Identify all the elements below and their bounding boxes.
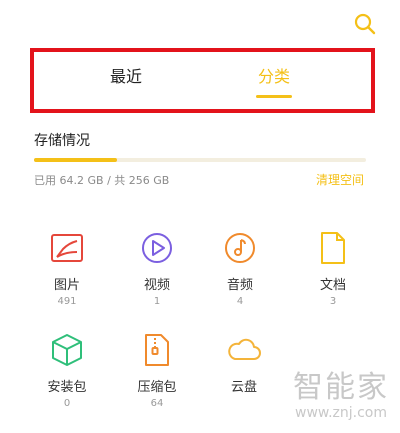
category-label: 压缩包 xyxy=(137,380,177,395)
tab-category[interactable]: 分类 xyxy=(258,63,290,87)
storage-total: 共 256 GB xyxy=(114,174,170,187)
category-audio[interactable]: 音频 4 xyxy=(200,230,280,307)
storage-used: 已用 64.2 GB xyxy=(34,174,104,187)
category-label: 图片 xyxy=(53,278,80,293)
watermark-text: 智能家 xyxy=(293,370,389,405)
category-label: 视频 xyxy=(143,278,170,293)
category-packages[interactable]: 安装包 0 xyxy=(27,332,107,409)
search-button[interactable] xyxy=(352,11,378,37)
category-count: 4 xyxy=(236,296,244,307)
category-count: 0 xyxy=(63,398,71,409)
tab-highlight-box xyxy=(30,48,375,113)
active-tab-indicator xyxy=(256,95,292,98)
document-icon xyxy=(315,230,351,266)
category-label: 文档 xyxy=(319,278,346,293)
category-label: 安装包 xyxy=(47,380,87,395)
category-documents[interactable]: 文档 3 xyxy=(293,230,373,307)
category-count: 3 xyxy=(329,296,337,307)
category-archives[interactable]: 压缩包 64 xyxy=(117,332,197,409)
category-images[interactable]: 图片 491 xyxy=(27,230,107,307)
package-icon xyxy=(49,332,85,368)
tab-recent[interactable]: 最近 xyxy=(110,63,142,87)
category-count: 64 xyxy=(150,398,164,409)
storage-progress-bar xyxy=(34,158,366,162)
category-videos[interactable]: 视频 1 xyxy=(117,230,197,307)
music-icon xyxy=(222,230,258,266)
storage-separator: / xyxy=(107,174,111,187)
storage-title: 存储情况 xyxy=(34,133,90,149)
category-cloud[interactable]: 云盘 xyxy=(204,332,284,398)
category-label: 云盘 xyxy=(230,380,257,395)
storage-progress-fill xyxy=(34,158,117,162)
category-count: 491 xyxy=(57,296,77,307)
cloud-icon xyxy=(226,332,262,368)
image-icon xyxy=(49,230,85,266)
clean-space-link[interactable]: 清理空间 xyxy=(316,171,364,188)
search-icon xyxy=(354,13,376,35)
storage-usage: 已用 64.2 GB / 共 256 GB xyxy=(34,172,169,188)
video-icon xyxy=(139,230,175,266)
watermark-url: www.znj.com xyxy=(295,405,387,421)
category-label: 音频 xyxy=(226,278,253,293)
zip-icon xyxy=(139,332,175,368)
category-count: 1 xyxy=(153,296,161,307)
watermark: 智能家 www.znj.com xyxy=(286,372,396,422)
